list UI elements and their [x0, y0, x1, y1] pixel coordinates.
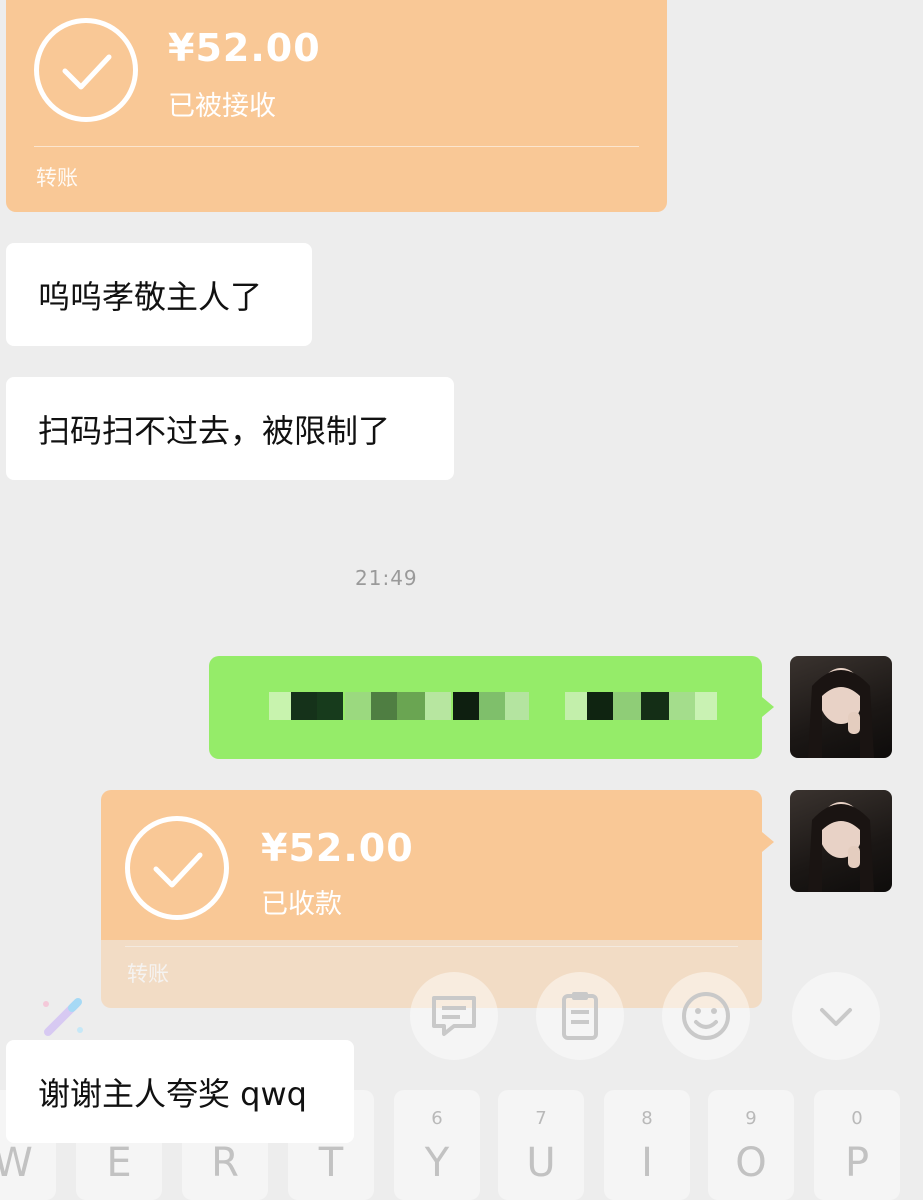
clipboard-icon — [562, 992, 598, 1040]
mosaic-block — [397, 692, 425, 720]
avatar[interactable] — [790, 656, 892, 758]
emoji-icon — [682, 992, 730, 1040]
mosaic-block — [565, 692, 587, 720]
message-bubble[interactable]: 扫码扫不过去，被限制了 — [6, 377, 454, 480]
mosaic-block — [613, 692, 641, 720]
key-u[interactable]: 7U — [498, 1090, 584, 1200]
mosaic-block — [371, 692, 397, 720]
transfer-divider — [34, 146, 639, 147]
bubble-tail — [762, 697, 774, 717]
mosaic-block — [269, 692, 291, 720]
message-text: 谢谢主人夸奖 qwq — [38, 1074, 307, 1113]
message-bubble-obscured[interactable] — [209, 656, 762, 759]
mosaic-block — [479, 692, 505, 720]
mosaic-block — [669, 692, 695, 720]
emoji-button[interactable] — [662, 972, 750, 1060]
mosaic-block — [587, 692, 613, 720]
mosaic-block — [425, 692, 451, 720]
check-icon — [34, 18, 138, 122]
key-i[interactable]: 8I — [604, 1090, 690, 1200]
transfer-status: 已收款 — [261, 889, 342, 920]
message-bubble[interactable]: 呜呜孝敬主人了 — [6, 243, 312, 346]
transfer-status: 已被接收 — [168, 91, 276, 122]
mosaic-block — [695, 692, 717, 720]
mosaic-block — [317, 692, 343, 720]
key-y[interactable]: 6Y — [394, 1090, 480, 1200]
mosaic-block — [291, 692, 317, 720]
mosaic-block — [641, 692, 669, 720]
collapse-keyboard-button[interactable] — [792, 972, 880, 1060]
mosaic-block — [505, 692, 529, 720]
key-p[interactable]: 0P — [814, 1090, 900, 1200]
message-text: 扫码扫不过去，被限制了 — [38, 411, 391, 450]
key-o[interactable]: 9O — [708, 1090, 794, 1200]
clipboard-button[interactable] — [536, 972, 624, 1060]
message-text: 呜呜孝敬主人了 — [38, 277, 263, 316]
mosaic-block — [345, 692, 371, 720]
timestamp: 21:49 — [355, 566, 418, 590]
chevron-down-icon — [820, 1008, 852, 1026]
transfer-card-received[interactable]: ¥52.00 已被接收 转账 — [6, 0, 667, 212]
comment-button[interactable] — [410, 972, 498, 1060]
bubble-tail — [762, 832, 774, 852]
mosaic-block — [453, 692, 479, 720]
transfer-amount: ¥52.00 — [261, 826, 414, 870]
transfer-label: 转账 — [36, 166, 78, 190]
message-bubble[interactable]: 谢谢主人夸奖 qwq — [6, 1040, 354, 1143]
transfer-amount: ¥52.00 — [168, 26, 321, 70]
check-icon — [125, 816, 229, 920]
avatar[interactable] — [790, 790, 892, 892]
comment-icon — [432, 996, 476, 1036]
